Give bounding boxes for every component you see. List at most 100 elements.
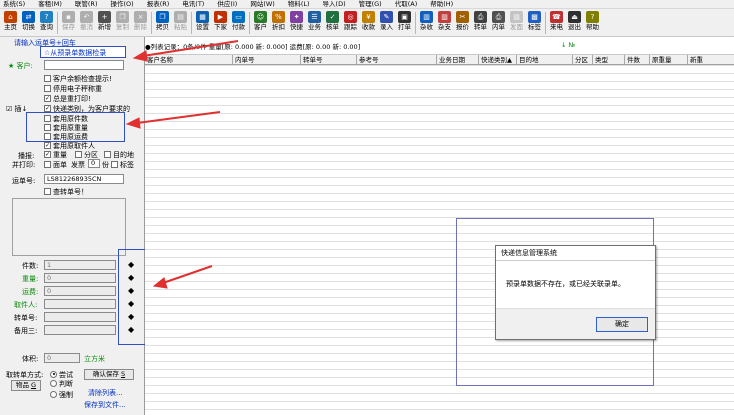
customer-icon: ☺ [254,11,267,23]
menu-item[interactable]: 供应(I) [214,0,237,8]
menu-item[interactable]: 操作(O) [107,0,133,8]
checkbox[interactable] [44,84,51,92]
checkbox[interactable] [44,132,51,140]
checkbox[interactable] [44,114,51,122]
menu-item[interactable]: 管理(G) [356,0,382,8]
weight-label: 重量: [22,275,39,283]
column-header[interactable]: 件数 [625,55,650,65]
checkbox[interactable] [44,160,51,168]
opt-e-weight[interactable]: 停用电子秤称重 [44,84,102,94]
mode-judge[interactable]: 判断 [50,379,73,389]
pr-copies-unit: 份 [102,161,109,169]
pr-face[interactable]: 面单 [44,160,67,170]
customer-input[interactable] [44,60,124,70]
confirm-save-label: 确认保存 [92,370,119,378]
next-party-icon: ▶ [214,11,227,23]
sender-input[interactable] [44,299,116,309]
column-header[interactable]: 参考号 [357,55,437,65]
checkbox-checked[interactable]: ✓ [44,150,51,158]
column-header[interactable]: 快递类别▲ [479,55,517,65]
column-header[interactable]: 客户名称 [145,55,233,65]
toolbar-button-7[interactable]: × 删除 [132,10,149,36]
column-header[interactable]: 内单号 [233,55,301,65]
menu-item[interactable]: 代取(A) [392,0,418,8]
menu-item[interactable]: 导入(D) [320,0,346,8]
prerecord-link-box[interactable]: ☆从预录单数据检录 [40,46,126,58]
toolbar-button-2[interactable]: ? 查询 [38,10,55,36]
menu-item[interactable]: 系统(S) [0,0,25,8]
goods-button[interactable]: 物品 G [11,380,41,391]
clear-list-link[interactable]: 清除列表... [88,388,123,398]
prerecord-link[interactable]: ☆从预录单数据检录 [44,48,106,58]
pr-label-text: 标签 [120,161,134,169]
toolbar-button-31[interactable]: ? 帮助 [584,10,601,36]
menu-item[interactable]: 联管(R) [72,0,98,8]
column-header[interactable]: 转单号 [301,55,357,65]
side-insert-label[interactable]: ☑ 插↓ [6,104,27,114]
checkbox[interactable] [44,187,51,195]
checkbox[interactable] [111,160,118,168]
pieces-input[interactable]: 1 [44,260,116,270]
menu-item[interactable]: 帮助(H) [427,0,453,8]
confirm-save-button[interactable]: 确认保存 S [84,369,134,380]
toolbar-button-28[interactable]: ▩ 标签 [526,10,543,36]
volume-input[interactable]: 0 [44,353,80,363]
left-panel: 请输入运单号+回车 ☆从预录单数据检录 ★ 客户: 客户余额检查提示! 停用电子… [0,37,153,415]
waybill-input[interactable]: LS812268935CN [44,174,124,184]
pr-copies-input[interactable]: 0 [88,159,100,168]
radio[interactable] [50,390,57,398]
transfer-icon: ⎙ [474,11,487,23]
radio[interactable] [50,379,57,387]
weight-input[interactable]: 0 [44,273,116,283]
grid-status-line: ●列表记录：0条/0件 重量[原: 0.000 新: 0.000] 运费[原: … [145,37,734,55]
column-header[interactable]: 目的地 [517,55,573,65]
freight-input[interactable]: 0 [44,286,116,296]
column-header[interactable]: 新重 [688,55,734,65]
help-icon: ? [586,11,599,23]
menu-item[interactable]: 网站(W) [247,0,275,8]
toolbar-button-9[interactable]: ▤ 粘贴 [172,10,189,36]
menu-item[interactable]: 电讯(T) [179,0,204,8]
checkbox-checked[interactable]: ✓ [44,94,51,102]
remark3-input[interactable] [44,325,116,335]
volume-label: 体积: [22,355,39,363]
menu-item[interactable]: 报表(R) [144,0,170,8]
opt-orig-pieces-label: 套用原件数 [53,115,88,123]
column-header[interactable]: 业务日期 [437,55,479,65]
shortcut-icon: ✦ [290,11,303,23]
save-file-link[interactable]: 保存到文件... [84,400,126,410]
opt-balance[interactable]: 客户余额检查提示! [44,74,112,84]
column-header[interactable]: 类型 [593,55,625,65]
menu-item[interactable]: 客租(M) [35,0,62,8]
customer-label-text: 客户: [16,62,33,70]
opt-always-print[interactable]: ✓ 总是重打印! [44,94,91,104]
checkbox-checked[interactable]: ✓ [44,141,51,149]
transfer-no-input[interactable] [44,312,116,322]
bc-dest[interactable]: 目的地 [104,150,134,160]
mode-judge-label: 判断 [59,380,73,388]
checkbox[interactable] [44,123,51,131]
customer-label: ★ 客户: [8,61,33,71]
column-header[interactable]: 原重量 [650,55,688,65]
menu-item[interactable]: 物料(L) [285,0,310,8]
pr-invoice[interactable]: 发票 [71,160,85,170]
memo-box[interactable] [12,198,126,256]
checkbox[interactable] [104,150,111,158]
payment-icon: ▭ [232,11,245,23]
checkbox[interactable] [75,150,82,158]
query-transfer[interactable]: 查转单号！ [44,187,88,197]
toolbar-button-12[interactable]: ▭ 付款 [230,10,247,36]
column-header[interactable]: 分区 [573,55,593,65]
mode-force[interactable]: 强制 [50,390,73,400]
toolbar-button-21[interactable]: ▣ 打单 [396,10,413,36]
ok-button[interactable]: 确定 [596,317,648,332]
radio-selected[interactable] [50,370,57,378]
diamond-marker-icon: ◆ [128,325,135,334]
grid-header: 客户名称 内单号 转单号 参考号 业务日期 快递类别▲ 目的地 分区 类型 件数 原重量 新重 [145,55,734,65]
bc-weight[interactable]: ✓ 重量 [44,150,67,160]
checkbox[interactable] [44,74,51,82]
checkbox-checked[interactable]: ✓ [44,104,51,112]
toolbar-label: 打单 [398,23,411,31]
toolbar-label: 帮助 [586,23,599,31]
pr-label[interactable]: 标签 [111,160,134,170]
